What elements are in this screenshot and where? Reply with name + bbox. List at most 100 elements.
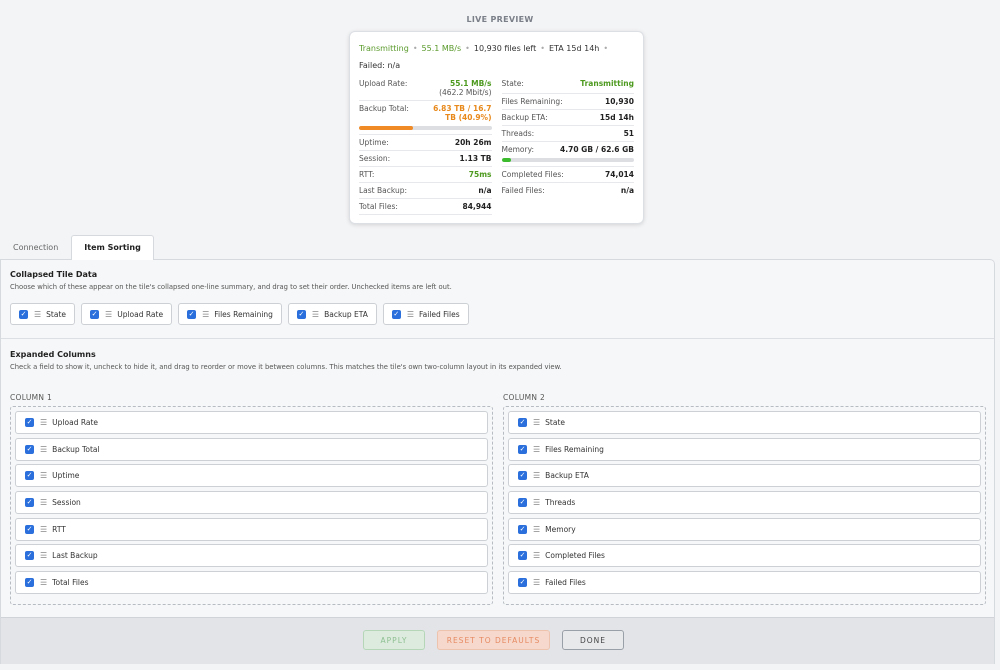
checkbox-checked-icon[interactable]: ✓ xyxy=(25,498,34,508)
collapsed-chip[interactable]: ✓ ☰ Backup ETA xyxy=(287,303,377,325)
collapsed-chip[interactable]: ✓ ☰ Files Remaining xyxy=(178,303,282,325)
column-field[interactable]: ✓ ☰ Uptime xyxy=(15,464,488,488)
column-1-dropzone[interactable]: ✓ ☰ Upload Rate ✓ ☰ Backup Total ✓ ☰ Uptime ✓ ☰… xyxy=(10,406,493,605)
checkbox-checked-icon[interactable]: ✓ xyxy=(518,524,527,534)
chip-label: Files Remaining xyxy=(214,309,273,319)
checkbox-checked-icon[interactable]: ✓ xyxy=(518,444,527,454)
checkbox-checked-icon[interactable]: ✓ xyxy=(187,309,197,319)
summary-failed: Failed: n/a xyxy=(359,61,401,70)
checkbox-checked-icon[interactable]: ✓ xyxy=(518,418,527,427)
row-label: Upload Rate: xyxy=(359,79,408,88)
expanded-section-description: Check a field to show it, uncheck to hid… xyxy=(10,363,562,371)
tab-connection[interactable]: Connection xyxy=(0,235,72,260)
checkbox-checked-icon[interactable]: ✓ xyxy=(296,309,306,319)
field-label: State xyxy=(545,418,566,427)
summary-eta: ETA 15d 14h xyxy=(548,44,600,53)
summary-state: Transmitting xyxy=(359,44,409,53)
drag-handle-icon[interactable]: ☰ xyxy=(105,310,112,319)
backup-total-value: 6.83 TB / 16.7 TB (40.9%) xyxy=(433,104,492,122)
field-label: RTT xyxy=(52,524,66,534)
column-field[interactable]: ✓ ☰ Backup Total xyxy=(15,437,488,461)
column-field[interactable]: ✓ ☰ Memory xyxy=(508,517,981,541)
field-label: Threads xyxy=(545,498,576,508)
drag-handle-icon[interactable]: ☰ xyxy=(202,310,209,319)
checkbox-checked-icon[interactable]: ✓ xyxy=(19,309,28,319)
row-label: Total Files: xyxy=(359,202,398,211)
column-field[interactable]: ✓ ☰ Last Backup xyxy=(15,544,488,568)
drag-handle-icon[interactable]: ☰ xyxy=(40,445,47,454)
checkbox-checked-icon[interactable]: ✓ xyxy=(25,471,34,481)
row-label: Session: xyxy=(359,154,391,163)
drag-handle-icon[interactable]: ☰ xyxy=(312,310,319,319)
collapsed-chip[interactable]: ✓ ☰ Failed Files xyxy=(382,303,469,325)
checkbox-checked-icon[interactable]: ✓ xyxy=(518,498,527,508)
checkbox-checked-icon[interactable]: ✓ xyxy=(25,418,34,427)
tile-row-files-remaining: Files Remaining: 10,930 xyxy=(501,93,634,110)
state-value: Transmitting xyxy=(580,79,634,88)
reset-to-defaults-button[interactable]: RESET TO DEFAULTS xyxy=(437,630,550,650)
summary-files-left: 10,930 files left xyxy=(473,44,537,53)
drag-handle-icon[interactable]: ☰ xyxy=(40,418,47,427)
column-2-dropzone[interactable]: ✓ ☰ State ✓ ☰ Files Remaining ✓ ☰ Backup ETA ✓… xyxy=(503,406,986,605)
checkbox-checked-icon[interactable]: ✓ xyxy=(25,578,34,588)
checkbox-checked-icon[interactable]: ✓ xyxy=(518,578,527,588)
row-label: Last Backup: xyxy=(359,186,408,195)
checkbox-checked-icon[interactable]: ✓ xyxy=(518,471,527,481)
tile-row-backup-eta: Backup ETA: 15d 14h xyxy=(501,110,634,126)
drag-handle-icon[interactable]: ☰ xyxy=(40,498,47,507)
column-field[interactable]: ✓ ☰ Total Files xyxy=(15,571,488,595)
field-label: Completed Files xyxy=(545,551,605,561)
column-field[interactable]: ✓ ☰ Files Remaining xyxy=(508,437,981,461)
checkbox-checked-icon[interactable]: ✓ xyxy=(25,551,34,561)
drag-handle-icon[interactable]: ☰ xyxy=(533,525,540,534)
row-label: RTT: xyxy=(359,170,375,179)
memory-value: 4.70 GB / 62.6 GB xyxy=(560,145,634,154)
done-button[interactable]: DONE xyxy=(562,630,624,650)
field-label: Backup Total xyxy=(52,444,100,454)
drag-handle-icon[interactable]: ☰ xyxy=(533,418,540,427)
checkbox-checked-icon[interactable]: ✓ xyxy=(25,524,34,534)
column-field[interactable]: ✓ ☰ Completed Files xyxy=(508,544,981,568)
drag-handle-icon[interactable]: ☰ xyxy=(407,310,414,319)
drag-handle-icon[interactable]: ☰ xyxy=(533,551,540,560)
drag-handle-icon[interactable]: ☰ xyxy=(533,498,540,507)
checkbox-checked-icon[interactable]: ✓ xyxy=(90,309,100,319)
threads-value: 51 xyxy=(623,129,634,138)
drag-handle-icon[interactable]: ☰ xyxy=(34,310,41,319)
drag-handle-icon[interactable]: ☰ xyxy=(533,471,540,480)
column-field[interactable]: ✓ ☰ Backup ETA xyxy=(508,464,981,488)
settings-tabs: Connection Item Sorting xyxy=(0,235,154,260)
drag-handle-icon[interactable]: ☰ xyxy=(533,578,540,587)
column-field[interactable]: ✓ ☰ Threads xyxy=(508,491,981,515)
collapsed-chip[interactable]: ✓ ☰ State xyxy=(10,303,76,325)
drag-handle-icon[interactable]: ☰ xyxy=(40,471,47,480)
checkbox-checked-icon[interactable]: ✓ xyxy=(25,444,34,454)
column-field[interactable]: ✓ ☰ Failed Files xyxy=(508,571,981,595)
field-label: Upload Rate xyxy=(52,418,99,427)
column-field[interactable]: ✓ ☰ Upload Rate xyxy=(15,411,488,434)
drag-handle-icon[interactable]: ☰ xyxy=(40,525,47,534)
drag-handle-icon[interactable]: ☰ xyxy=(533,445,540,454)
row-label: Uptime: xyxy=(359,138,389,147)
column-field[interactable]: ✓ ☰ State xyxy=(508,411,981,434)
collapsed-chip-list: ✓ ☰ State ✓ ☰ Upload Rate ✓ ☰ Files Remaining … xyxy=(10,303,469,325)
checkbox-checked-icon[interactable]: ✓ xyxy=(518,551,527,561)
memory-progress-fill xyxy=(501,158,512,162)
row-label: State: xyxy=(501,79,524,88)
tile-row-backup-total: Backup Total: 6.83 TB / 16.7 TB (40.9%) xyxy=(359,101,492,135)
column-field[interactable]: ✓ ☰ Session xyxy=(15,491,488,515)
checkbox-checked-icon[interactable]: ✓ xyxy=(391,309,401,319)
drag-handle-icon[interactable]: ☰ xyxy=(40,551,47,560)
apply-button[interactable]: APPLY xyxy=(363,630,425,650)
row-label: Backup ETA: xyxy=(501,113,548,122)
total-files-value: 84,944 xyxy=(462,202,492,211)
collapsed-chip[interactable]: ✓ ☰ Upload Rate xyxy=(81,303,173,325)
row-label: Threads: xyxy=(501,129,535,138)
tile-row-uptime: Uptime: 20h 26m xyxy=(359,135,492,151)
tile-row-state: State: Transmitting xyxy=(502,76,635,93)
drag-handle-icon[interactable]: ☰ xyxy=(40,578,47,587)
field-label: Files Remaining xyxy=(545,444,604,454)
column-field[interactable]: ✓ ☰ RTT xyxy=(15,517,488,541)
tab-item-sorting[interactable]: Item Sorting xyxy=(71,235,154,260)
field-label: Uptime xyxy=(52,471,80,481)
